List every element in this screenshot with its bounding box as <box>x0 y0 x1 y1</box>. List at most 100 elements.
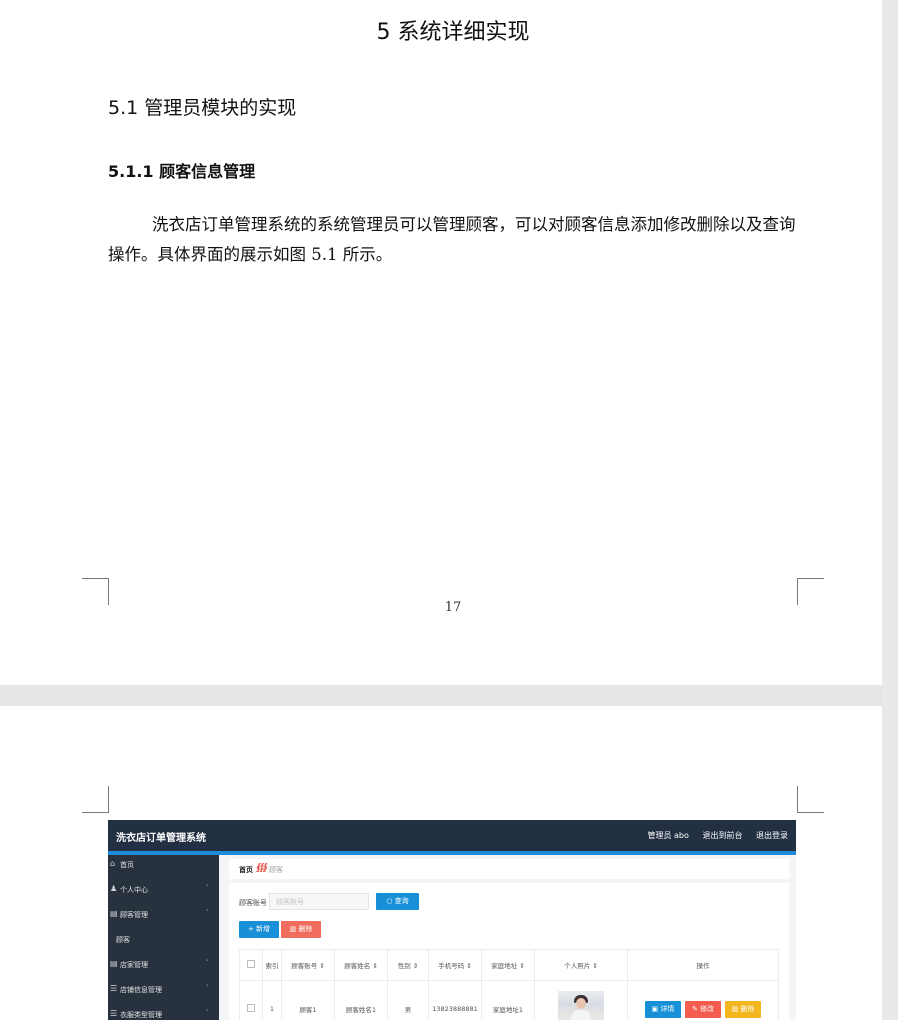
sidebar-item-clothes-type[interactable]: ☰ 衣服类型管理 ˅ <box>108 1005 219 1020</box>
cell-account: 顾客1 <box>281 980 335 1020</box>
cell-gender: 男 <box>387 980 429 1020</box>
page-corner-mark <box>797 786 824 813</box>
body-paragraph: 洗衣店订单管理系统的系统管理员可以管理顾客，可以对顾客信息添加修改删除以及查询操… <box>108 215 796 264</box>
cell-phone: 13823888881 <box>428 980 482 1020</box>
col-label: 手机号码 <box>438 962 465 970</box>
edit-button[interactable]: ✎ 修改 <box>685 1000 721 1018</box>
sidebar-item-label: 店家管理 <box>120 961 148 969</box>
sort-icon: ⇕ <box>466 962 472 970</box>
edit-label: 修改 <box>700 1004 715 1013</box>
sort-icon: ⇕ <box>319 962 325 970</box>
customer-table: 索引 顾客账号 ⇕ 顾客姓名 ⇕ 性别 ⇕ 手机号码 ⇕ 家庭地址 ⇕ 个人照片… <box>239 949 779 1020</box>
col-account[interactable]: 顾客账号 ⇕ <box>281 949 335 981</box>
trash-icon: ▥ <box>731 1004 741 1013</box>
col-label: 顾客姓名 <box>344 962 371 970</box>
cell-address: 家庭地址1 <box>481 980 535 1020</box>
col-address[interactable]: 家庭地址 ⇕ <box>481 949 535 981</box>
sidebar-item-label: 衣服类型管理 <box>120 1011 162 1019</box>
main-content: 首页 ∰ 顾客 顾客账号 顾客账号 ○ 查询 + 新增 ▥ 删除 索引 顾客账号… <box>219 855 796 1020</box>
app-header: 洗衣店订单管理系统 管理员 abo 退出到前台 退出登录 <box>108 820 796 851</box>
row-checkbox[interactable] <box>239 980 263 1020</box>
select-all-checkbox[interactable] <box>239 949 263 981</box>
sidebar-item-label: 顾客 <box>116 936 130 944</box>
col-label: 性别 <box>397 962 411 970</box>
col-label: 顾客账号 <box>291 962 318 970</box>
checkbox-icon <box>247 1004 255 1012</box>
logout-link[interactable]: 退出登录 <box>756 831 788 840</box>
sidebar-item-home[interactable]: ⌂ 首页 <box>108 855 219 879</box>
row-delete-button[interactable]: ▥ 删除 <box>725 1000 762 1018</box>
col-label: 家庭地址 <box>491 962 518 970</box>
list-icon: ▤ <box>110 909 118 918</box>
checkbox-icon <box>247 960 255 968</box>
col-gender[interactable]: 性别 ⇕ <box>387 949 429 981</box>
cell-actions: ▣ 详情 ✎ 修改 ▥ 删除 <box>627 980 779 1020</box>
app-title: 洗衣店订单管理系统 <box>116 833 206 844</box>
document-page-18: 洗衣店订单管理系统 管理员 abo 退出到前台 退出登录 ⌂ 首页 ♟ 个人中心… <box>0 706 882 1020</box>
col-label: 个人照片 <box>564 962 591 970</box>
search-label: 顾客账号 <box>239 899 267 907</box>
sidebar-item-store-info[interactable]: ☰ 店铺信息管理 ˅ <box>108 980 219 1004</box>
pencil-icon: ✎ <box>691 1004 701 1013</box>
back-to-front-link[interactable]: 退出到前台 <box>702 831 742 840</box>
sidebar-subitem-customer[interactable]: 顾客 <box>108 930 219 954</box>
chapter-title: 5 系统详细实现 <box>376 20 530 45</box>
viewer-scroll-gutter <box>882 0 898 1020</box>
page-corner-mark <box>82 786 109 813</box>
col-actions: 操作 <box>627 949 779 981</box>
table-row: 1 顾客1 顾客姓名1 男 13823888881 家庭地址1 ▣ 详情 ✎ 修… <box>239 980 779 1020</box>
sort-icon: ⇕ <box>592 962 598 970</box>
sidebar: ⌂ 首页 ♟ 个人中心 ˅ ▤ 顾客管理 ˄ 顾客 ▤ 店家管理 ˅ ☰ 店铺信… <box>108 855 219 1020</box>
breadcrumb-home[interactable]: 首页 <box>239 865 253 875</box>
user-icon: ♟ <box>110 884 118 893</box>
sidebar-item-customer-mgmt[interactable]: ▤ 顾客管理 ˄ <box>108 905 219 929</box>
col-name[interactable]: 顾客姓名 ⇕ <box>334 949 388 981</box>
list-icon: ▤ <box>110 959 118 968</box>
detail-button[interactable]: ▣ 详情 <box>644 1000 681 1018</box>
home-icon: ⌂ <box>110 859 116 868</box>
chevron-down-icon: ˅ <box>205 884 210 892</box>
document-page-17: 5 系统详细实现 5.1 管理员模块的实现 5.1.1 顾客信息管理 洗衣店订单… <box>0 0 882 685</box>
sort-icon: ⇕ <box>372 962 378 970</box>
sidebar-item-shop-mgmt[interactable]: ▤ 店家管理 ˅ <box>108 955 219 979</box>
query-button-label: 查询 <box>394 897 409 905</box>
sidebar-item-label: 店铺信息管理 <box>120 986 162 994</box>
admin-user-link[interactable]: 管理员 abo <box>647 831 688 840</box>
col-phone[interactable]: 手机号码 ⇕ <box>428 949 482 981</box>
table-header-row: 索引 顾客账号 ⇕ 顾客姓名 ⇕ 性别 ⇕ 手机号码 ⇕ 家庭地址 ⇕ 个人照片… <box>239 949 779 981</box>
sort-icon: ⇕ <box>412 962 419 970</box>
section-title: 5.1 管理员模块的实现 <box>108 97 297 119</box>
customer-card: 顾客账号 顾客账号 ○ 查询 + 新增 ▥ 删除 索引 顾客账号 ⇕ 顾客姓名 … <box>229 883 789 1020</box>
plus-icon: + <box>247 925 257 933</box>
header-links: 管理员 abo 退出到前台 退出登录 <box>636 830 788 841</box>
cell-index: 1 <box>262 980 282 1020</box>
menu-icon: ☰ <box>110 984 118 993</box>
chevron-down-icon: ˅ <box>205 1009 210 1017</box>
breadcrumb-current: 顾客 <box>269 866 283 874</box>
breadcrumb: 首页 ∰ 顾客 <box>229 859 789 879</box>
page-number: 17 <box>444 600 462 615</box>
breadcrumb-separator-icon: ∰ <box>256 863 268 873</box>
add-button-label: 新增 <box>256 925 271 933</box>
search-icon: ○ <box>386 897 395 905</box>
row-delete-label: 删除 <box>740 1004 755 1013</box>
cell-photo <box>534 980 628 1020</box>
query-button[interactable]: ○ 查询 <box>376 893 419 910</box>
sidebar-item-label: 个人中心 <box>120 886 148 894</box>
search-input[interactable]: 顾客账号 <box>269 893 369 910</box>
col-index: 索引 <box>262 949 282 981</box>
batch-delete-button[interactable]: ▥ 删除 <box>281 921 321 938</box>
sort-icon: ⇕ <box>519 962 525 970</box>
chevron-down-icon: ˅ <box>205 984 210 992</box>
add-button[interactable]: + 新增 <box>239 921 279 938</box>
delete-button-label: 删除 <box>298 925 313 933</box>
subsection-title: 5.1.1 顾客信息管理 <box>108 162 256 181</box>
customer-photo <box>558 991 604 1020</box>
chevron-down-icon: ˅ <box>205 959 210 967</box>
cell-name: 顾客姓名1 <box>334 980 388 1020</box>
sidebar-item-profile[interactable]: ♟ 个人中心 ˅ <box>108 880 219 904</box>
embedded-admin-screenshot: 洗衣店订单管理系统 管理员 abo 退出到前台 退出登录 ⌂ 首页 ♟ 个人中心… <box>108 820 796 1020</box>
sidebar-item-label: 顾客管理 <box>120 911 148 919</box>
sidebar-item-label: 首页 <box>120 861 134 869</box>
col-photo[interactable]: 个人照片 ⇕ <box>534 949 628 981</box>
